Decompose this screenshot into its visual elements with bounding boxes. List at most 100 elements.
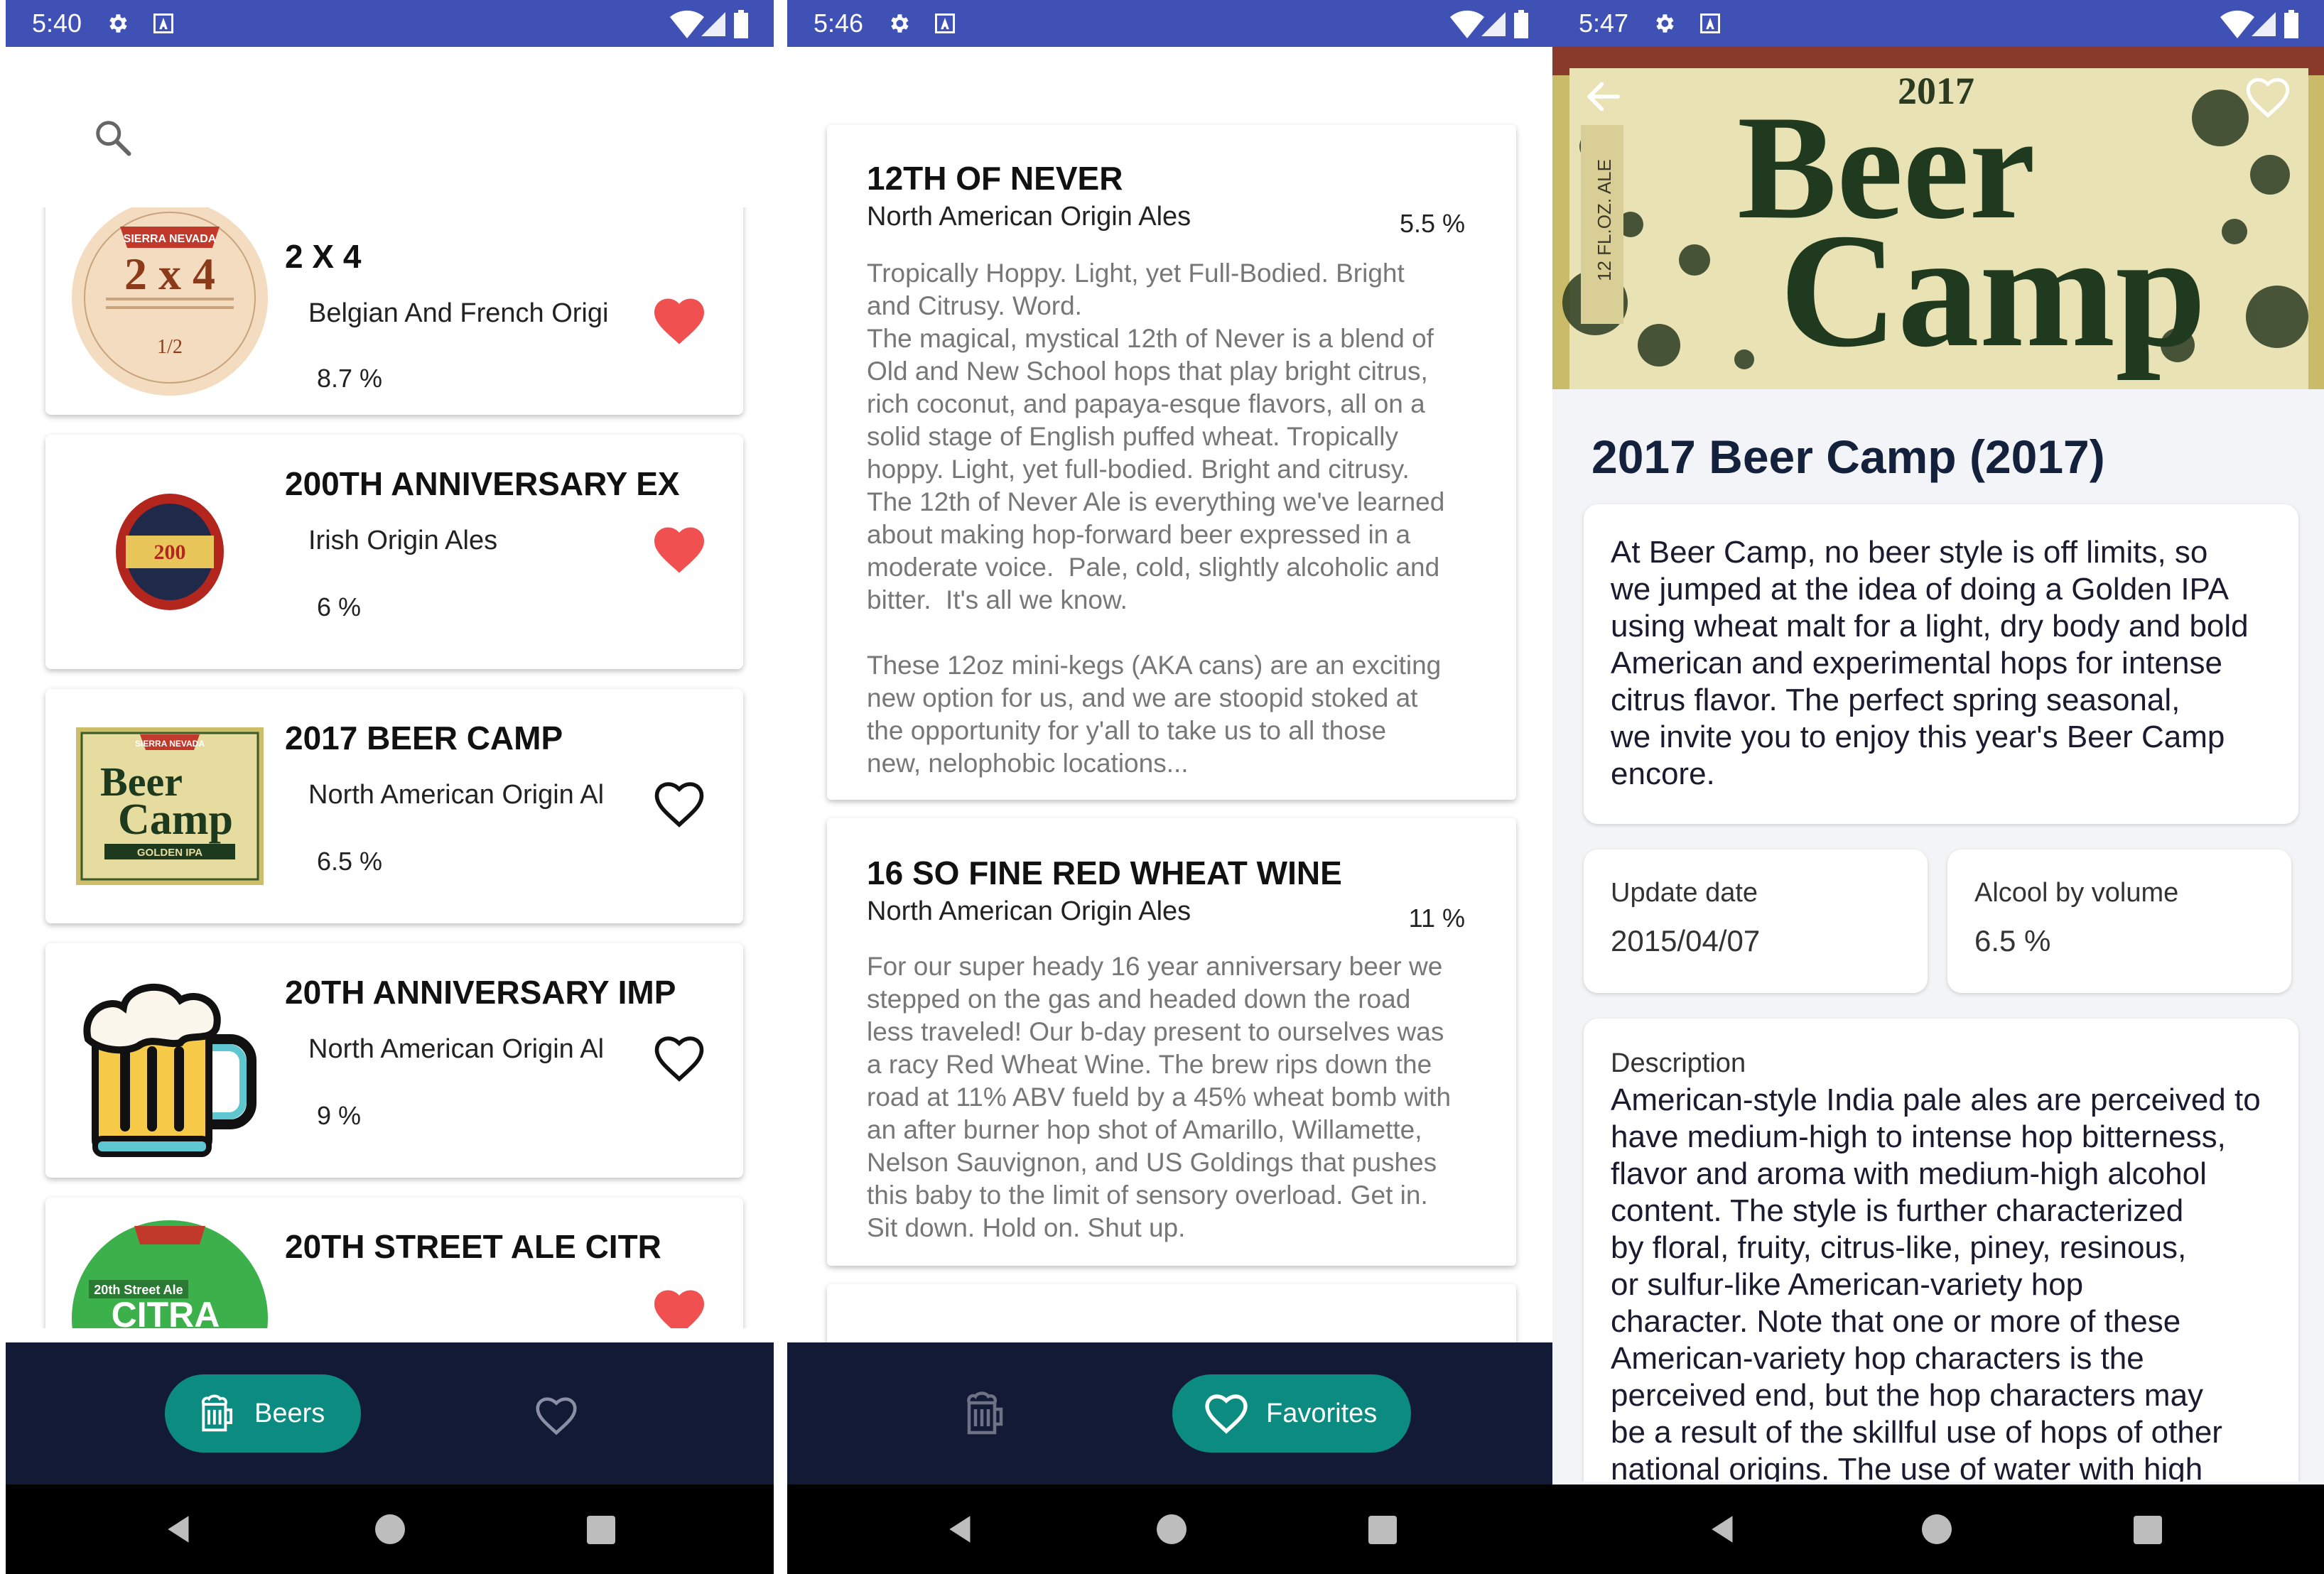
back-triangle-icon[interactable] [944,1511,979,1547]
beer-abv: 8.7 % [317,364,383,393]
beer-list[interactable]: SIERRA NEVADA 2 x 4 1/2 2 X 4 Belgian An… [6,207,774,1328]
back-arrow-icon[interactable] [1582,75,1625,118]
favorite-heart-filled-icon[interactable] [649,520,709,580]
home-circle-icon[interactable] [1157,1514,1187,1544]
favorite-name: 16 SO FINE RED WHEAT WINE [867,854,1342,891]
beer-origin: Belgian And French Origi [308,298,609,328]
beer-card[interactable]: SIERRA NEVADA 2 x 4 1/2 2 X 4 Belgian An… [45,207,743,415]
beer-card[interactable]: SIERRA NEVADA Beer Camp GOLDEN IPA 2017 … [45,689,743,923]
favorite-name: 12TH OF NEVER [867,160,1123,197]
favorites-list[interactable]: 12TH OF NEVER North American Origin Ales… [787,47,1554,1342]
abv-card: Alcool by volume 6.5 % [1947,850,2291,993]
beer-camp-hero-label: 12 FL.OZ. ALE 2017 Beer Camp [1552,47,2324,389]
nav-beers-tab[interactable]: Beers [165,1374,361,1453]
beer-mug-nav-icon [201,1394,233,1432]
status-bar: 5:47 [1552,0,2324,47]
favorite-card[interactable] [827,1284,1516,1342]
notification-a-icon [153,13,173,33]
beer-thumbnail: 20th Street Ale CITRA [70,1198,269,1328]
status-bar: 5:46 [787,0,1554,47]
beer-thumbnail: SIERRA NEVADA Beer Camp GOLDEN IPA [70,689,269,923]
back-triangle-icon[interactable] [1706,1511,1741,1547]
back-triangle-icon[interactable] [162,1511,198,1547]
nav-favorites-heart-icon[interactable] [531,1391,581,1440]
2x4-label-image: SIERRA NEVADA 2 x 4 1/2 [72,207,268,396]
status-time: 5:40 [32,9,82,38]
recents-square-icon[interactable] [587,1516,615,1544]
recents-square-icon[interactable] [1368,1516,1397,1544]
beer-card[interactable]: 20th Street Ale CITRA 20TH STREET ALE CI… [45,1198,743,1328]
beer-abv: 6.5 % [317,847,383,876]
wifi-icon [1450,10,1484,38]
update-date-card: Update date 2015/04/07 [1584,850,1928,993]
beer-name: 20TH ANNIVERSARY IMP [285,974,676,1011]
battery-icon [734,10,748,38]
favorite-heart-outline-icon[interactable] [2242,71,2294,124]
beer-name: 200TH ANNIVERSARY EX [285,465,680,502]
description-scroll-area[interactable]: Description American-style India pale al… [1552,1009,2324,1482]
beer-camp-label-image: SIERRA NEVADA Beer Camp GOLDEN IPA [76,727,264,885]
favorite-heart-outline-icon[interactable] [649,1028,709,1088]
citra-label-image: 20th Street Ale CITRA [72,1220,268,1328]
bottom-navigation: Beers [6,1342,774,1485]
beer-origin: North American Origin Al [308,1034,605,1064]
wifi-icon [2220,10,2254,38]
signal-icon [1481,12,1506,36]
favorite-heart-filled-icon[interactable] [649,1283,709,1328]
tagline-text: At Beer Camp, no beer style is off limit… [1611,535,2249,791]
signal-icon [701,12,725,36]
favorite-card[interactable]: 16 SO FINE RED WHEAT WINE North American… [827,818,1516,1266]
notification-a-icon [1700,13,1720,33]
nav-beers-mug-icon[interactable] [961,1388,1012,1439]
favorite-abv: 5.5 % [1399,209,1465,238]
favorite-description: For our super heady 16 year anniversary … [867,952,1452,1242]
beers-screen: 5:40 SIERRA NEVADA 2 x 4 1/2 2 X 4 Belgi… [6,0,774,1574]
tagline-card: At Beer Camp, no beer style is off limit… [1584,504,2298,824]
system-navigation-bar [787,1485,1554,1574]
home-circle-icon[interactable] [1922,1514,1952,1544]
description-card: Description American-style India pale al… [1584,1019,2298,1482]
favorite-origin: North American Origin Ales [867,202,1191,232]
favorite-abv: 11 % [1408,903,1465,933]
settings-gear-icon [1656,14,1674,33]
label-brand-text: SIERRA NEVADA [124,233,217,245]
status-time: 5:47 [1579,9,1629,38]
beer-abv: 9 % [317,1101,362,1130]
search-icon[interactable] [92,116,134,159]
heart-nav-icon [1205,1394,1248,1434]
label-camp-text: Camp [118,796,233,844]
status-bar: 5:40 [6,0,774,47]
beer-abv: 6 % [317,592,362,622]
settings-gear-icon [891,14,909,33]
beer-thumbnail: SIERRA NEVADA 2 x 4 1/2 [70,207,269,415]
label-brand-text: SIERRA NEVADA [135,739,205,749]
nav-favorites-tab[interactable]: Favorites [1172,1374,1411,1453]
beer-name: 2017 BEER CAMP [285,720,563,756]
favorite-card[interactable]: 12TH OF NEVER North American Origin Ales… [827,125,1516,800]
description-label: Description [1611,1048,1746,1078]
label-text: 200 [154,541,186,564]
nav-favorites-label: Favorites [1266,1398,1378,1428]
battery-icon [1514,10,1528,38]
label-ipa-text: GOLDEN IPA [137,847,202,859]
status-time: 5:46 [814,9,864,38]
bottom-navigation: Favorites [787,1342,1554,1485]
beer-card[interactable]: 20TH ANNIVERSARY IMP North American Orig… [45,943,743,1178]
description-text: American-style India pale ales are perce… [1611,1082,2261,1482]
label-small-text: 1/2 [157,336,183,358]
beer-thumbnail: 200 [70,435,269,669]
recents-square-icon[interactable] [2134,1516,2162,1544]
beer-card[interactable]: 200 200TH ANNIVERSARY EX Irish Origin Al… [45,435,743,669]
beer-thumbnail [70,943,269,1178]
beer-origin: North American Origin Al [308,780,605,810]
label-main-text: CITRA [112,1295,220,1328]
favorite-heart-outline-icon[interactable] [649,774,709,834]
favorites-screen: 5:46 12TH OF NEVER North American Origin… [787,0,1554,1574]
home-circle-icon[interactable] [375,1514,405,1544]
abv-label: Alcool by volume [1974,878,2179,908]
notification-a-icon [935,13,955,33]
system-navigation-bar [1552,1485,2324,1574]
signal-icon [2252,12,2276,36]
favorite-heart-filled-icon[interactable] [649,291,709,351]
settings-gear-icon [109,14,127,33]
